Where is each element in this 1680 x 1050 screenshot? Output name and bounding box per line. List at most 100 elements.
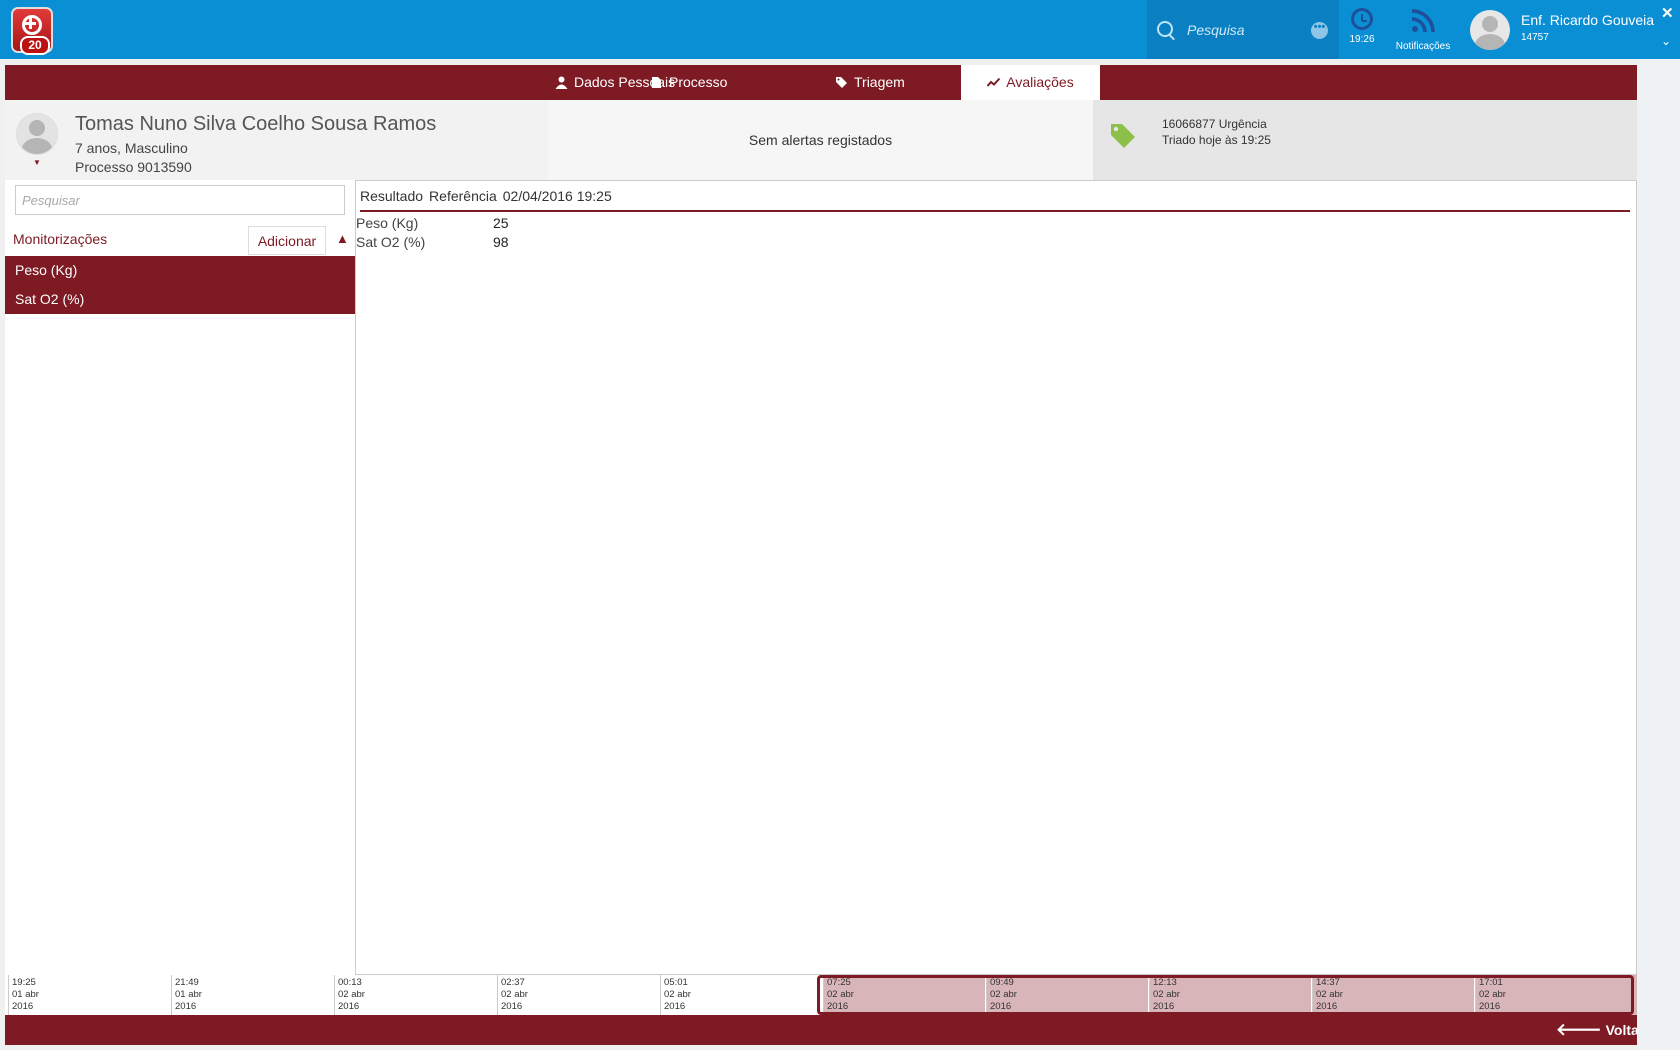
more-options-icon[interactable]: ••• [1311,22,1328,39]
timeline-tick[interactable]: 00:13 02 abr 2016 [334,975,496,1015]
timeline-tick[interactable]: 07:25 02 abr 2016 [823,975,985,1015]
tick-date: 02 abr [827,989,854,1000]
tick-time: 21:49 [175,977,199,988]
tick-time: 17:01 [1479,977,1503,988]
monitoring-header: Monitorizações Adicionar ▲ [5,223,355,255]
tick-date: 01 abr [12,989,39,1000]
patient-process: Processo 9013590 [75,159,192,175]
tick-date: 02 abr [1153,989,1180,1000]
caret-down-icon[interactable]: ▼ [33,158,41,167]
tick-time: 07:25 [827,977,851,988]
alerts-text: Sem alertas registados [748,132,893,148]
tick-year: 2016 [338,1001,360,1012]
back-button[interactable]: 🡐 Voltar [1556,1020,1644,1040]
patient-avatar[interactable] [16,113,58,155]
tick-date: 02 abr [501,989,528,1000]
timeline-tick[interactable]: 09:49 02 abr 2016 [986,975,1148,1015]
timeline-tick[interactable]: 05:01 02 abr 2016 [660,975,822,1015]
list-item[interactable]: Sat O2 (%) [5,285,355,314]
avatar [1470,10,1510,50]
tick-time: 00:13 [338,977,362,988]
arrow-left-icon: 🡐 [1556,1020,1602,1039]
tick-date: 01 abr [175,989,202,1000]
person-icon [555,76,568,89]
tick-year: 2016 [990,1001,1012,1012]
row-label: Sat O2 (%) [356,234,426,250]
timeline[interactable]: 19:25 01 abr 2016 21:49 01 abr 2016 00:13 02 … [5,975,1637,1015]
row-value: 98 [493,234,509,250]
timeline-tick[interactable]: 17:01 02 abr 2016 [1475,975,1637,1015]
tick-year: 2016 [12,1001,34,1012]
app-logo[interactable]: 20 [11,7,53,55]
patient-age-sex: 7 anos, Masculino [75,140,188,156]
episode-info: 16066877 Urgência Triado hoje às 19:25 [1093,100,1637,180]
right-edge-strip [1637,59,1680,1050]
episode-number: 16066877 Urgência [1162,117,1267,131]
triage-time: Triado hoje às 19:25 [1162,133,1271,147]
tick-date: 02 abr [664,989,691,1000]
tick-date: 02 abr [1479,989,1506,1000]
timeline-tick[interactable]: 14:37 02 abr 2016 [1312,975,1474,1015]
tick-date: 02 abr [1316,989,1343,1000]
clock-time: 19:26 [1349,34,1375,45]
tick-year: 2016 [175,1001,197,1012]
reference-column-label: Referência [429,188,497,204]
tick-year: 2016 [1153,1001,1175,1012]
header-divider [360,210,1630,212]
notifications-button[interactable]: Notificações [1392,6,1454,56]
tab-triagem[interactable]: Triagem [835,65,905,100]
top-bar: 20 ••• 19:26 Notificações Enf. Ricardo G… [0,0,1680,59]
tick-time: 19:25 [12,977,36,988]
patient-info: ▼ Tomas Nuno Silva Coelho Sousa Ramos 7 … [5,100,548,180]
user-profile[interactable]: Enf. Ricardo Gouveia 14757 [1466,8,1666,52]
add-button[interactable]: Adicionar [248,226,326,255]
medical-cross-icon [22,15,42,35]
clock-icon [1351,8,1373,30]
tab-processo[interactable]: Processo [650,65,727,100]
tick-year: 2016 [827,1001,849,1012]
tab-label: Avaliações [1006,74,1074,90]
tick-time: 14:37 [1316,977,1340,988]
rss-icon [1411,9,1435,33]
results-header: Resultado Referência 02/04/2016 19:25 [360,188,618,204]
clock-button[interactable]: 19:26 [1342,6,1382,54]
tick-date: 02 abr [338,989,365,1000]
global-search-input[interactable] [1185,18,1309,42]
patient-name: Tomas Nuno Silva Coelho Sousa Ramos [75,113,437,135]
timeline-tick[interactable]: 19:25 01 abr 2016 [8,975,170,1015]
trend-icon [987,77,1001,87]
tick-time: 09:49 [990,977,1014,988]
collapse-icon[interactable]: ▲ [336,231,349,246]
tag-icon [836,77,847,88]
tab-label: Processo [669,74,728,90]
tab-bar: Dados Pessoais Processo Triagem Avaliaçõ… [5,65,1637,100]
user-name: Enf. Ricardo Gouveia [1521,12,1655,28]
tick-year: 2016 [501,1001,523,1012]
tick-date: 02 abr [990,989,1017,1000]
tab-avaliacoes[interactable]: Avaliações [961,65,1100,100]
timeline-tick[interactable]: 21:49 01 abr 2016 [171,975,333,1015]
search-icon[interactable] [1157,21,1173,37]
tick-time: 02:37 [501,977,525,988]
row-label: Peso (Kg) [356,215,419,231]
global-search: ••• [1147,0,1339,59]
tick-time: 12:13 [1153,977,1177,988]
close-icon[interactable]: ✕ [1661,4,1674,22]
tick-year: 2016 [664,1001,686,1012]
timeline-tick[interactable]: 12:13 02 abr 2016 [1149,975,1311,1015]
monitoring-search-input[interactable] [15,185,345,215]
user-number: 14757 [1521,32,1549,43]
monitoring-list: Peso (Kg) Sat O2 (%) [5,256,355,314]
timeline-tick[interactable]: 02:37 02 abr 2016 [497,975,659,1015]
reference-datetime: 02/04/2016 19:25 [502,188,612,204]
row-value: 25 [493,215,509,231]
tick-year: 2016 [1479,1001,1501,1012]
list-item[interactable]: Peso (Kg) [5,256,355,285]
bottom-bar: 🡐 Voltar [5,1015,1644,1045]
tag-icon [1111,124,1135,148]
result-column-label: Resultado [360,188,424,204]
tick-time: 05:01 [664,977,688,988]
document-icon [652,77,661,88]
chevron-down-icon[interactable]: ⌄ [1661,34,1671,48]
alerts-panel: Sem alertas registados [548,100,1093,180]
